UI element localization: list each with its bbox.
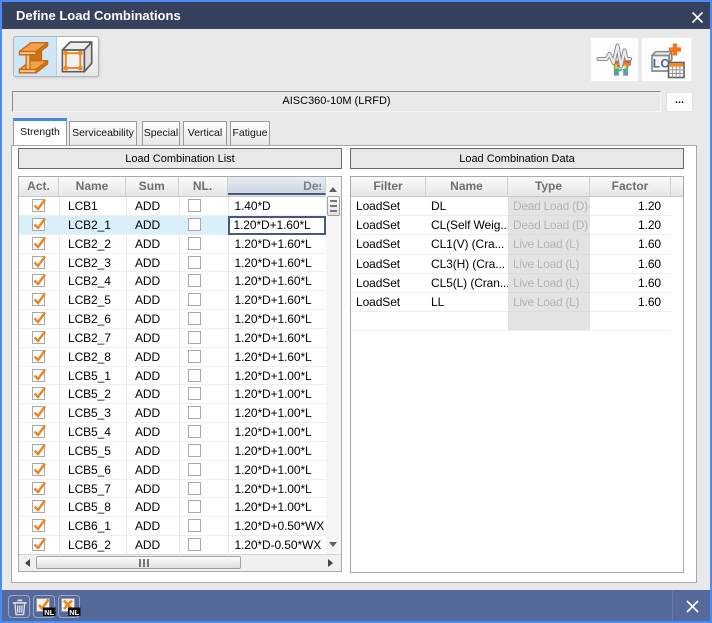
svg-text:NL: NL [69, 608, 79, 617]
svg-text:LC: LC [653, 57, 670, 71]
svg-text:NL: NL [44, 608, 54, 617]
